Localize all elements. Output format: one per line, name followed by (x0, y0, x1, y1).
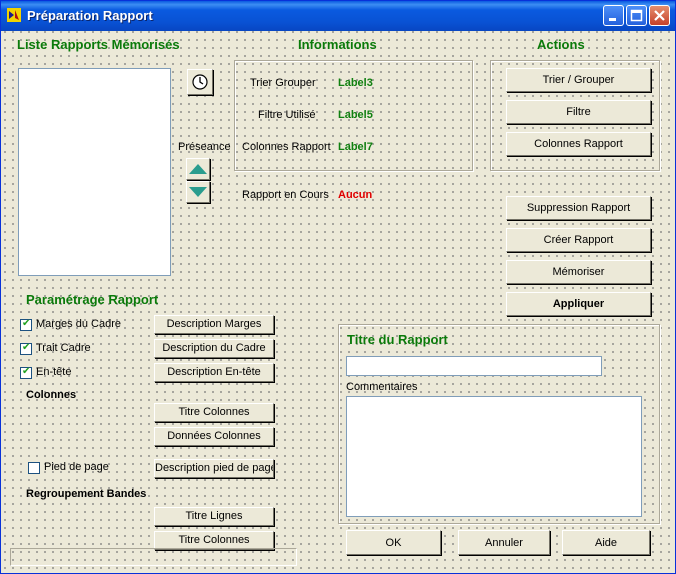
reports-listbox[interactable] (18, 68, 171, 276)
description-entete-button[interactable]: Description En-tête (154, 363, 274, 382)
app-icon (7, 8, 21, 22)
trait-cadre-checkbox[interactable] (20, 342, 32, 355)
info-value-colonnes: Label7 (338, 141, 373, 153)
trait-cadre-label: Trait Cadre (36, 342, 91, 354)
marges-label: Marges du Cadre (36, 318, 121, 330)
marges-checkbox[interactable] (20, 318, 32, 331)
ok-button[interactable]: OK (346, 530, 441, 555)
info-label-colonnes: Colonnes Rapport (242, 141, 331, 153)
window: Préparation Rapport Liste Rapports Mémor… (0, 0, 676, 574)
appliquer-button[interactable]: Appliquer (506, 292, 651, 316)
maximize-icon (630, 9, 643, 22)
liste-heading: Liste Rapports Mémorisés (17, 37, 180, 52)
current-report-value: Aucun (338, 189, 373, 201)
info-label-trier: Trier Grouper (250, 77, 316, 89)
description-pied-button[interactable]: Description pied de page (154, 459, 274, 478)
close-icon (654, 10, 665, 21)
description-marges-button[interactable]: Description Marges (154, 315, 274, 334)
commentaires-textarea[interactable] (346, 396, 642, 517)
titre-colonnes-button[interactable]: Titre Colonnes (154, 403, 274, 422)
entete-label: En-tête (36, 366, 72, 378)
titre-lignes-button[interactable]: Titre Lignes (154, 507, 274, 526)
current-report-label: Rapport en Cours (242, 189, 329, 201)
move-up-button[interactable] (186, 158, 210, 180)
clock-icon (192, 74, 208, 90)
colonnes-rapport-button[interactable]: Colonnes Rapport (506, 132, 651, 156)
donnees-colonnes-button[interactable]: Données Colonnes (154, 427, 274, 446)
filtre-button[interactable]: Filtre (506, 100, 651, 124)
titre-heading: Titre du Rapport (347, 332, 448, 347)
entete-checkbox[interactable] (20, 366, 32, 379)
minimize-button[interactable] (603, 5, 624, 26)
titre-input[interactable] (346, 356, 602, 376)
title-bar[interactable]: Préparation Rapport (1, 1, 675, 31)
colonnes-heading: Colonnes (26, 389, 77, 401)
status-bar (10, 548, 297, 566)
creer-rapport-button[interactable]: Créer Rapport (506, 228, 651, 252)
info-value-filtre: Label5 (338, 109, 373, 121)
preseance-label: Préseance (178, 141, 231, 153)
suppression-rapport-button[interactable]: Suppression Rapport (506, 196, 651, 220)
actions-heading: Actions (537, 37, 585, 52)
window-title: Préparation Rapport (27, 8, 153, 23)
move-down-button[interactable] (186, 181, 210, 203)
info-value-trier: Label3 (338, 77, 373, 89)
annuler-button[interactable]: Annuler (458, 530, 550, 555)
memoriser-button[interactable]: Mémoriser (506, 260, 651, 284)
trier-grouper-button[interactable]: Trier / Grouper (506, 68, 651, 92)
description-cadre-button[interactable]: Description du Cadre (154, 339, 274, 358)
regroupement-heading: Regroupement Bandes (26, 488, 147, 500)
arrow-up-icon (189, 164, 207, 174)
minimize-icon (609, 18, 616, 21)
aide-button[interactable]: Aide (562, 530, 650, 555)
form-body: Liste Rapports Mémorisés Préseance Infor… (4, 31, 672, 572)
commentaires-label: Commentaires (346, 381, 418, 393)
maximize-button[interactable] (626, 5, 647, 26)
info-label-filtre: Filtre Utilisé (258, 109, 316, 121)
clock-button[interactable] (187, 69, 213, 95)
arrow-down-icon (189, 187, 207, 197)
pied-label: Pied de page (44, 461, 109, 473)
close-button[interactable] (649, 5, 670, 26)
pied-checkbox[interactable] (28, 462, 40, 474)
informations-heading: Informations (298, 37, 377, 52)
parametrage-heading: Paramétrage Rapport (26, 292, 159, 307)
